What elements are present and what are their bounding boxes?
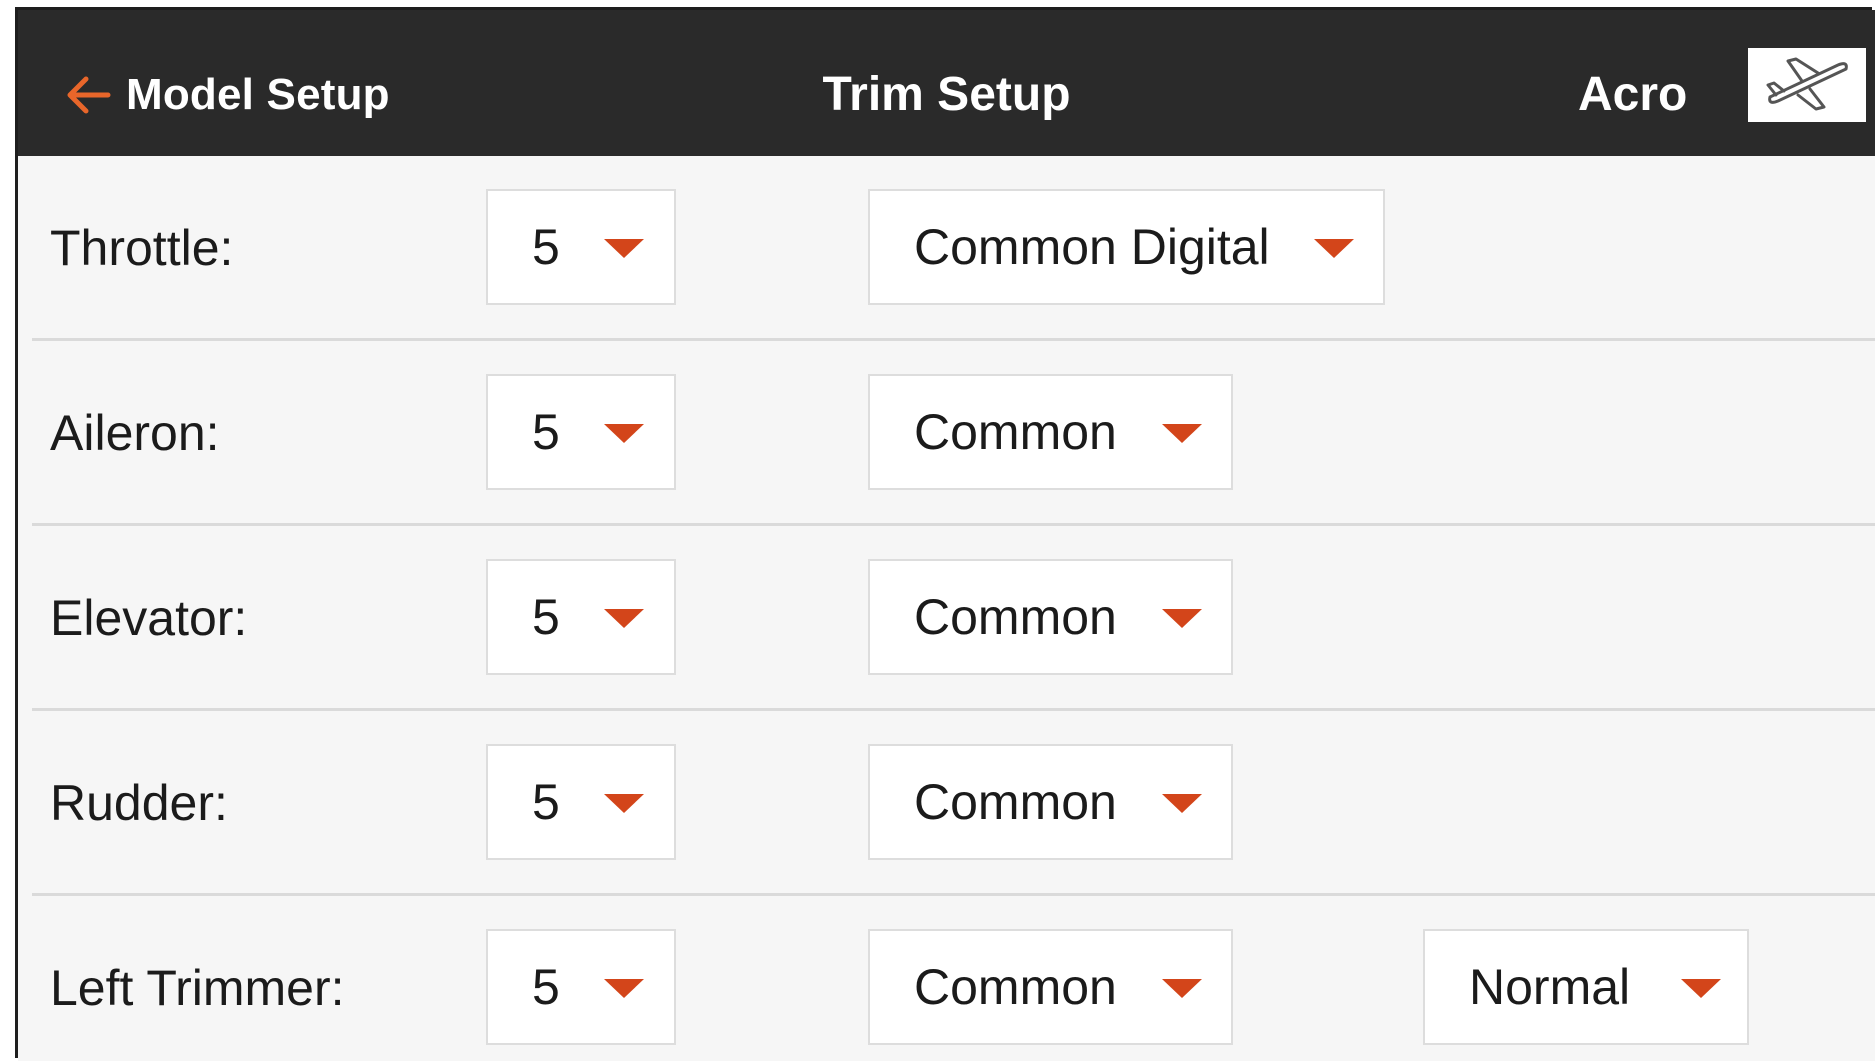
dropdown-value: 5: [532, 589, 560, 645]
back-button[interactable]: Model Setup: [64, 60, 390, 130]
page-title: Trim Setup: [822, 68, 1071, 121]
dropdown-value: 5: [532, 959, 560, 1015]
row-label: Elevator:: [50, 590, 248, 646]
model-type-button[interactable]: [1748, 48, 1866, 122]
model-type-label: Acro: [1578, 68, 1688, 121]
chevron-down-icon: [604, 609, 644, 628]
chevron-down-icon: [1162, 424, 1202, 443]
dropdown-value: Common Digital: [914, 219, 1270, 275]
row-label: Rudder:: [50, 775, 228, 831]
trim-row-throttle: Throttle: 5 Common Digital: [18, 156, 1875, 341]
dropdown-value: 5: [532, 774, 560, 830]
screen-frame: Model Setup Trim Setup Acro Throttle: 5 …: [18, 10, 1875, 1061]
dropdown-value: Normal: [1469, 959, 1631, 1015]
chevron-down-icon: [604, 794, 644, 813]
trim-type-dropdown[interactable]: Common: [868, 929, 1233, 1045]
trim-row-aileron: Aileron: 5 Common: [18, 341, 1875, 526]
dropdown-value: Common: [914, 404, 1117, 460]
trim-row-left-trimmer: Left Trimmer: 5 Common Normal: [18, 896, 1875, 1061]
back-button-label: Model Setup: [126, 70, 390, 119]
dropdown-value: Common: [914, 959, 1117, 1015]
airplane-icon: [1762, 55, 1852, 116]
row-label: Left Trimmer:: [50, 960, 345, 1016]
row-label: Aileron:: [50, 405, 220, 461]
chevron-down-icon: [604, 424, 644, 443]
dropdown-value: Common: [914, 589, 1117, 645]
trim-steps-dropdown[interactable]: 5: [486, 929, 676, 1045]
chevron-down-icon: [604, 979, 644, 998]
chevron-down-icon: [1162, 609, 1202, 628]
trim-row-rudder: Rudder: 5 Common: [18, 711, 1875, 896]
trim-list: Throttle: 5 Common Digital Aileron: 5 Co…: [18, 156, 1875, 1061]
trim-steps-dropdown[interactable]: 5: [486, 189, 676, 305]
chevron-down-icon: [1314, 239, 1354, 258]
trim-steps-dropdown[interactable]: 5: [486, 374, 676, 490]
trim-type-dropdown[interactable]: Common: [868, 744, 1233, 860]
dropdown-value: Common: [914, 774, 1117, 830]
trim-type-dropdown[interactable]: Common: [868, 374, 1233, 490]
chevron-down-icon: [1162, 794, 1202, 813]
chevron-down-icon: [1162, 979, 1202, 998]
chevron-down-icon: [604, 239, 644, 258]
top-bar: Model Setup Trim Setup Acro: [18, 10, 1875, 156]
trim-steps-dropdown[interactable]: 5: [486, 744, 676, 860]
dropdown-value: 5: [532, 404, 560, 460]
row-label: Throttle:: [50, 220, 234, 276]
chevron-down-icon: [1681, 979, 1721, 998]
trim-steps-dropdown[interactable]: 5: [486, 559, 676, 675]
back-arrow-icon: [64, 75, 112, 115]
trim-type-dropdown[interactable]: Common: [868, 559, 1233, 675]
dropdown-value: 5: [532, 219, 560, 275]
trim-type-dropdown[interactable]: Common Digital: [868, 189, 1385, 305]
trim-row-elevator: Elevator: 5 Common: [18, 526, 1875, 711]
trim-direction-dropdown[interactable]: Normal: [1423, 929, 1749, 1045]
